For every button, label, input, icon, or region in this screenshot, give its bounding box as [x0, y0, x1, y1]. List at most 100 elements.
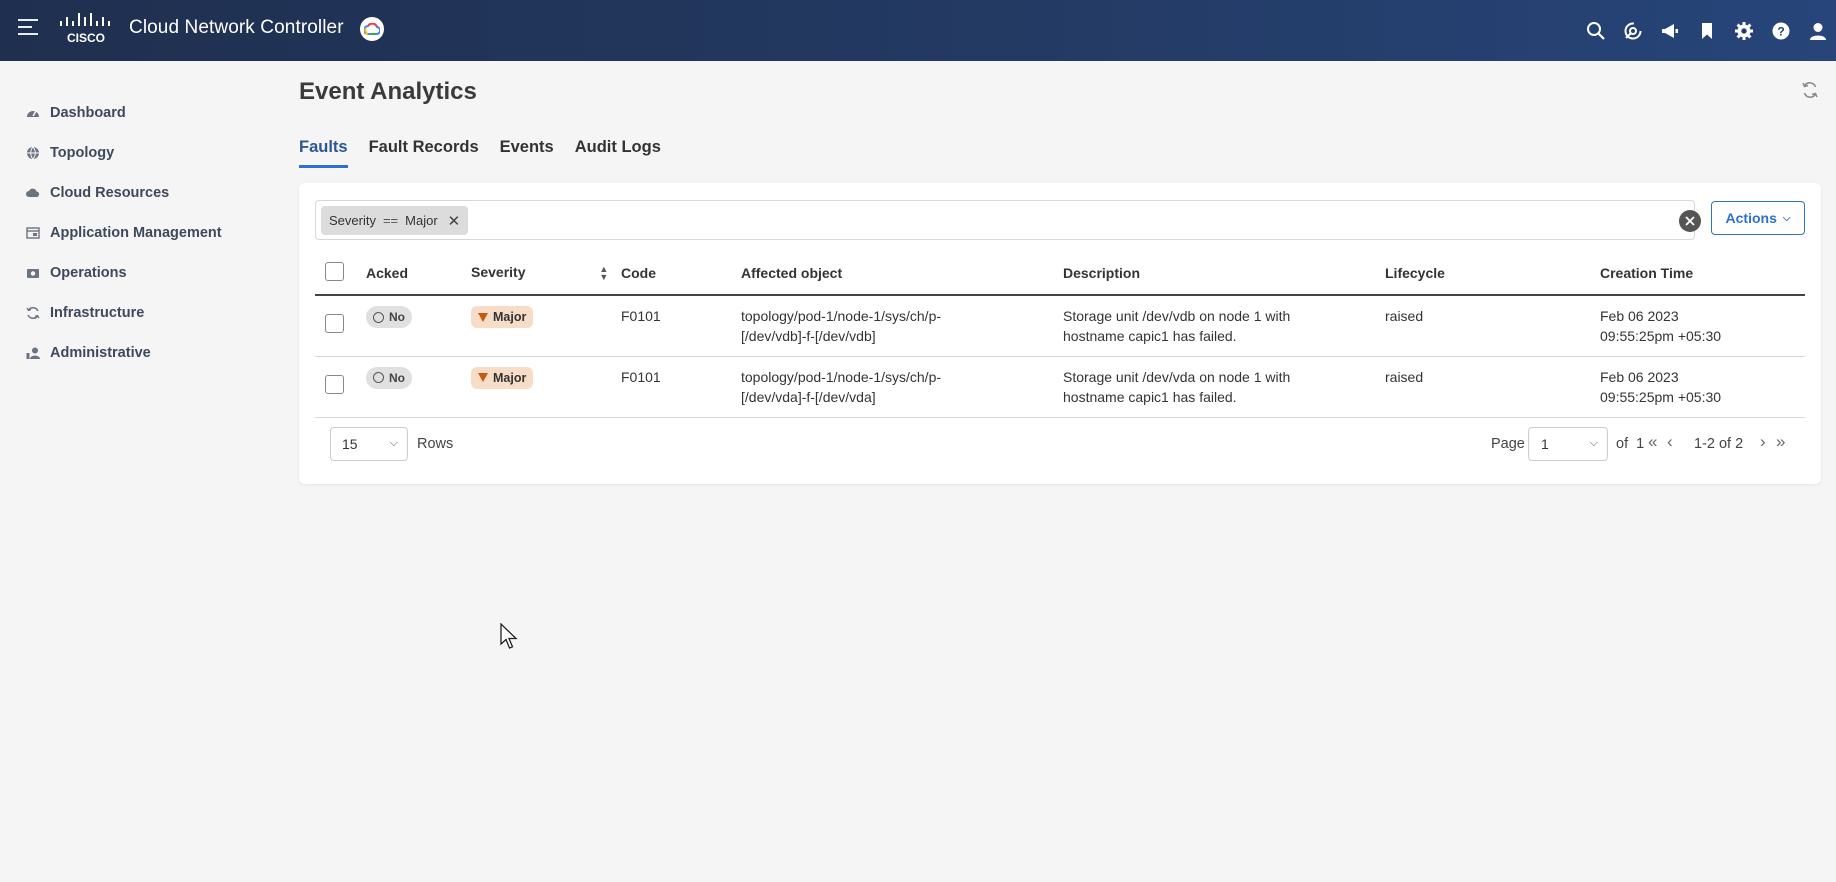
- sidebar-item-label: Operations: [50, 265, 127, 281]
- select-all-checkbox[interactable]: [325, 261, 344, 281]
- sidebar-item-topology[interactable]: Topology: [0, 133, 280, 173]
- severity-value: Major: [493, 310, 527, 324]
- creation-date: Feb 06 2023: [1600, 308, 1679, 324]
- tab-bar: Faults Fault Records Events Audit Logs: [299, 138, 682, 168]
- megaphone-icon[interactable]: [1651, 12, 1688, 49]
- sidebar-item-label: Administrative: [50, 345, 151, 361]
- close-icon: [1685, 216, 1695, 226]
- tab-fault-records[interactable]: Fault Records: [369, 138, 479, 168]
- creation-time: 09:55:25pm +05:30: [1600, 388, 1722, 405]
- creation-time: 09:55:25pm +05:30: [1600, 328, 1722, 344]
- sidebar-item-label: Topology: [50, 145, 115, 161]
- affected-object-line: topology/pod-1/node-1/sys/ch/p-: [741, 368, 942, 385]
- sidebar-item-label: Cloud Resources: [50, 185, 170, 201]
- column-header-acked[interactable]: Acked: [366, 251, 471, 296]
- affected-object-cell[interactable]: topology/pod-1/node-1/sys/ch/p- [/dev/vda…: [741, 356, 1063, 418]
- page-select[interactable]: 1 ⌵: [1528, 427, 1608, 461]
- remove-filter-icon[interactable]: ✕: [448, 212, 461, 230]
- total-pages: 1: [1636, 436, 1645, 452]
- filter-input[interactable]: Severity == Major ✕: [315, 200, 1701, 240]
- filter-field: Severity: [329, 213, 376, 228]
- column-header-code[interactable]: Code: [621, 251, 741, 296]
- rows-per-page-select[interactable]: 15 ⌵: [330, 427, 408, 461]
- of-total-pages: of 1: [1616, 436, 1644, 452]
- chevron-down-icon: ⌵: [1782, 212, 1791, 224]
- acked-value: No: [389, 370, 405, 385]
- filter-operator: ==: [382, 213, 399, 228]
- severity-badge: Major: [471, 306, 534, 328]
- column-header-creation-time[interactable]: Creation Time: [1600, 251, 1805, 296]
- sidebar-item-operations[interactable]: Operations: [0, 253, 280, 293]
- column-header-severity[interactable]: Severity ▲ ▼: [471, 251, 621, 296]
- svg-text:?: ?: [1777, 24, 1784, 38]
- sidebar-item-infrastructure[interactable]: Infrastructure: [0, 293, 280, 333]
- sidebar-item-label: Application Management: [50, 225, 222, 241]
- user-icon[interactable]: [1799, 12, 1836, 49]
- gear-icon[interactable]: [1725, 12, 1762, 49]
- tab-audit-logs[interactable]: Audit Logs: [575, 138, 661, 168]
- description-line: Storage unit /dev/vda on node 1 with: [1063, 368, 1291, 385]
- code-cell: F0101: [621, 295, 741, 357]
- column-header-affected-object[interactable]: Affected object: [741, 251, 1063, 296]
- table-header-row: Acked Severity ▲ ▼ Code Affected object D…: [315, 251, 1805, 296]
- sidebar-item-application-management[interactable]: Application Management: [0, 213, 280, 253]
- table-row[interactable]: No Major F0101 topology/pod-1/node-1/sys…: [315, 295, 1805, 357]
- tab-faults[interactable]: Faults: [299, 138, 348, 168]
- acked-badge: No: [366, 306, 412, 328]
- chevron-down-icon: ⌵: [1589, 437, 1598, 449]
- last-page-icon[interactable]: »: [1776, 432, 1786, 452]
- search-icon[interactable]: [1577, 12, 1614, 49]
- sidebar-item-label: Infrastructure: [50, 305, 145, 321]
- google-cloud-icon: [360, 17, 384, 41]
- lifecycle-cell: raised: [1385, 295, 1600, 357]
- severity-value: Major: [493, 370, 527, 385]
- cloud-icon: [25, 185, 41, 201]
- app-icon: [25, 225, 41, 241]
- column-header-lifecycle[interactable]: Lifecycle: [1385, 251, 1600, 296]
- description-line: Storage unit /dev/vdb on node 1 with: [1063, 308, 1291, 324]
- faults-table: Acked Severity ▲ ▼ Code Affected object D…: [315, 251, 1805, 418]
- rows-per-page-value: 15: [342, 436, 358, 452]
- sidebar-item-cloud-resources[interactable]: Cloud Resources: [0, 173, 280, 213]
- lifecycle-cell: raised: [1385, 356, 1600, 418]
- mouse-cursor-icon: [500, 623, 518, 649]
- creation-date: Feb 06 2023: [1600, 368, 1679, 385]
- admin-icon: [25, 345, 41, 361]
- major-severity-icon: [478, 312, 488, 322]
- bookmark-icon[interactable]: [1688, 12, 1725, 49]
- sort-icon[interactable]: ▲ ▼: [599, 265, 608, 282]
- major-severity-icon: [478, 373, 488, 382]
- filter-chip[interactable]: Severity == Major ✕: [321, 206, 469, 235]
- description-line: hostname capic1 has failed.: [1063, 328, 1237, 344]
- circle-icon: [373, 372, 384, 383]
- page-label: Page: [1491, 436, 1525, 452]
- column-header-description[interactable]: Description: [1063, 251, 1385, 296]
- actions-label: Actions: [1725, 210, 1777, 226]
- clear-filter-button[interactable]: [1679, 210, 1701, 232]
- row-checkbox[interactable]: [325, 374, 344, 394]
- sidebar: Dashboard Topology Cloud Resources Appli…: [0, 61, 280, 882]
- previous-page-icon[interactable]: ‹: [1667, 432, 1672, 452]
- table-row[interactable]: No Major F0101 topology/pod-1/node-1/sys…: [315, 356, 1805, 418]
- affected-object-cell[interactable]: topology/pod-1/node-1/sys/ch/p- [/dev/vdb…: [741, 295, 1063, 357]
- description-cell: Storage unit /dev/vda on node 1 with host…: [1063, 356, 1385, 418]
- refresh-icon[interactable]: [1800, 80, 1820, 100]
- row-checkbox[interactable]: [325, 314, 344, 333]
- first-page-icon[interactable]: «: [1648, 432, 1658, 452]
- next-page-icon[interactable]: ›: [1760, 432, 1765, 452]
- svg-text:CISCO: CISCO: [67, 31, 105, 45]
- help-icon[interactable]: ?: [1762, 12, 1799, 49]
- severity-badge: Major: [471, 366, 534, 389]
- tab-events[interactable]: Events: [500, 138, 554, 168]
- actions-button[interactable]: Actions ⌵: [1711, 201, 1805, 235]
- topology-icon: [25, 145, 41, 161]
- acked-value: No: [389, 310, 405, 324]
- menu-icon[interactable]: [18, 19, 39, 39]
- activity-icon[interactable]: [1614, 12, 1651, 49]
- sidebar-item-dashboard[interactable]: Dashboard: [0, 93, 280, 133]
- description-line: hostname capic1 has failed.: [1063, 388, 1237, 405]
- of-label: of: [1616, 436, 1629, 452]
- column-header-label: Severity: [471, 263, 526, 280]
- sidebar-item-administrative[interactable]: Administrative: [0, 333, 280, 373]
- page-title: Event Analytics: [299, 78, 477, 105]
